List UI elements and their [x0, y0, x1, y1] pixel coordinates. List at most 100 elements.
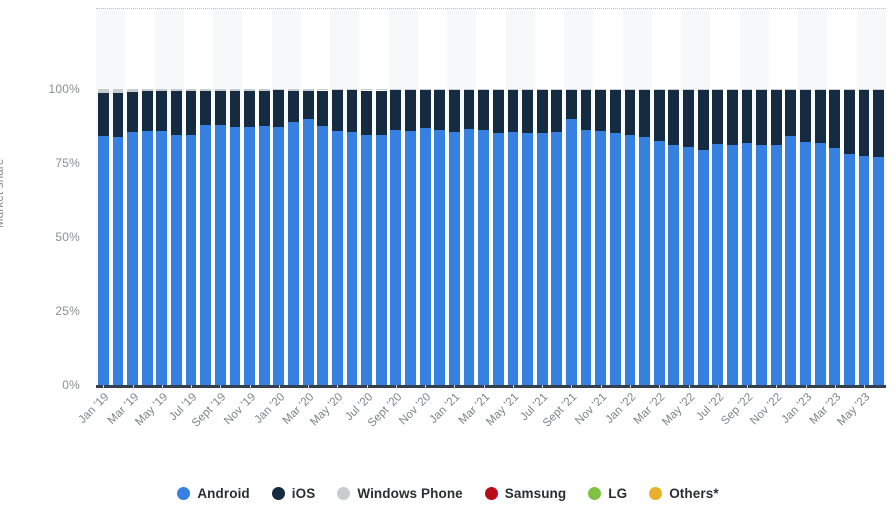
- bar-segment-windows-phone: [829, 89, 841, 91]
- legend-item-others[interactable]: Others*: [649, 486, 719, 501]
- legend-item-samsung[interactable]: Samsung: [484, 486, 567, 501]
- bar[interactable]: [434, 8, 446, 385]
- bar-segment-ios: [844, 90, 855, 155]
- bar-segment-android: [200, 124, 212, 385]
- bar[interactable]: [624, 8, 636, 385]
- bar-segment-android: [522, 133, 533, 385]
- bar-segment-android: [141, 131, 153, 385]
- bar-segment-windows-phone: [478, 89, 490, 91]
- bar[interactable]: [361, 8, 373, 385]
- bar[interactable]: [507, 8, 519, 385]
- bar[interactable]: [566, 8, 577, 385]
- bar[interactable]: [580, 8, 592, 385]
- bar[interactable]: [785, 8, 797, 385]
- bar[interactable]: [770, 8, 782, 385]
- bar[interactable]: [683, 8, 694, 385]
- bar[interactable]: [390, 8, 402, 385]
- bar[interactable]: [639, 8, 650, 385]
- bar-segment-windows-phone: [434, 89, 446, 91]
- bar[interactable]: [844, 8, 855, 385]
- legend-item-windows-phone[interactable]: Windows Phone: [337, 486, 463, 501]
- bar-segment-windows-phone: [492, 89, 504, 91]
- x-axis-tick: [659, 385, 661, 389]
- y-axis-tick-label: 0%: [62, 378, 80, 392]
- bar-segment-ios: [873, 90, 885, 157]
- bar[interactable]: [609, 8, 621, 385]
- bar-segment-windows-phone: [375, 89, 387, 91]
- bar-segment-windows-phone: [112, 89, 124, 93]
- bar-segment-android: [844, 154, 855, 385]
- bar-segment-windows-phone: [258, 89, 270, 91]
- bar[interactable]: [492, 8, 504, 385]
- bar[interactable]: [551, 8, 563, 385]
- bar[interactable]: [814, 8, 826, 385]
- bar[interactable]: [346, 8, 358, 385]
- bar[interactable]: [536, 8, 548, 385]
- bar[interactable]: [712, 8, 724, 385]
- bar-segment-windows-phone: [156, 89, 168, 92]
- bar[interactable]: [653, 8, 665, 385]
- bar[interactable]: [375, 8, 387, 385]
- bar[interactable]: [405, 8, 416, 385]
- x-axis-tick: [308, 385, 310, 389]
- bar-segment-android: [741, 143, 753, 385]
- bar[interactable]: [258, 8, 270, 385]
- legend-color-swatch-icon: [588, 487, 602, 500]
- bar-segment-android: [800, 142, 811, 385]
- bar-segment-windows-phone: [785, 89, 797, 91]
- bar[interactable]: [185, 8, 197, 385]
- bar[interactable]: [112, 8, 124, 385]
- legend-label: Samsung: [504, 486, 567, 501]
- bar[interactable]: [214, 8, 226, 385]
- bar[interactable]: [595, 8, 607, 385]
- bar-segment-android: [97, 136, 109, 385]
- legend-item-android[interactable]: Android: [177, 486, 250, 501]
- bar[interactable]: [141, 8, 153, 385]
- bar-segment-ios: [595, 89, 607, 132]
- bar-segment-ios: [112, 92, 124, 137]
- bar[interactable]: [726, 8, 738, 385]
- bar-segment-ios: [726, 90, 738, 146]
- legend-label: LG: [608, 486, 628, 501]
- bar[interactable]: [229, 8, 241, 385]
- bar[interactable]: [244, 8, 255, 385]
- bar-segment-windows-phone: [141, 89, 153, 92]
- bar[interactable]: [419, 8, 431, 385]
- x-axis-tick: [278, 385, 280, 389]
- bar[interactable]: [697, 8, 709, 385]
- bar[interactable]: [97, 8, 109, 385]
- bar[interactable]: [171, 8, 182, 385]
- bar[interactable]: [800, 8, 811, 385]
- bar[interactable]: [741, 8, 753, 385]
- bar[interactable]: [317, 8, 329, 385]
- bar[interactable]: [449, 8, 460, 385]
- bar[interactable]: [331, 8, 343, 385]
- bar[interactable]: [756, 8, 768, 385]
- bar[interactable]: [873, 8, 885, 385]
- bar-segment-android: [434, 129, 446, 385]
- bar[interactable]: [288, 8, 299, 385]
- bar-segment-android: [639, 137, 650, 385]
- bar[interactable]: [478, 8, 490, 385]
- bar-segment-windows-phone: [844, 89, 855, 91]
- bar-segment-windows-phone: [522, 89, 533, 91]
- bar-segment-ios: [566, 89, 577, 119]
- bar[interactable]: [273, 8, 285, 385]
- legend-item-lg[interactable]: LG: [588, 486, 627, 501]
- bar[interactable]: [668, 8, 680, 385]
- bar[interactable]: [127, 8, 138, 385]
- bar[interactable]: [522, 8, 533, 385]
- legend-item-ios[interactable]: iOS: [271, 486, 316, 501]
- bar-segment-android: [244, 127, 255, 385]
- bar-segment-windows-phone: [317, 89, 329, 91]
- bar[interactable]: [858, 8, 870, 385]
- bar[interactable]: [200, 8, 212, 385]
- bar[interactable]: [302, 8, 314, 385]
- bar-segment-ios: [449, 90, 460, 132]
- bar[interactable]: [156, 8, 168, 385]
- bar-segment-android: [697, 149, 709, 385]
- bar-segment-ios: [375, 90, 387, 136]
- bar[interactable]: [829, 8, 841, 385]
- bar[interactable]: [463, 8, 475, 385]
- legend-label: Others*: [669, 486, 719, 501]
